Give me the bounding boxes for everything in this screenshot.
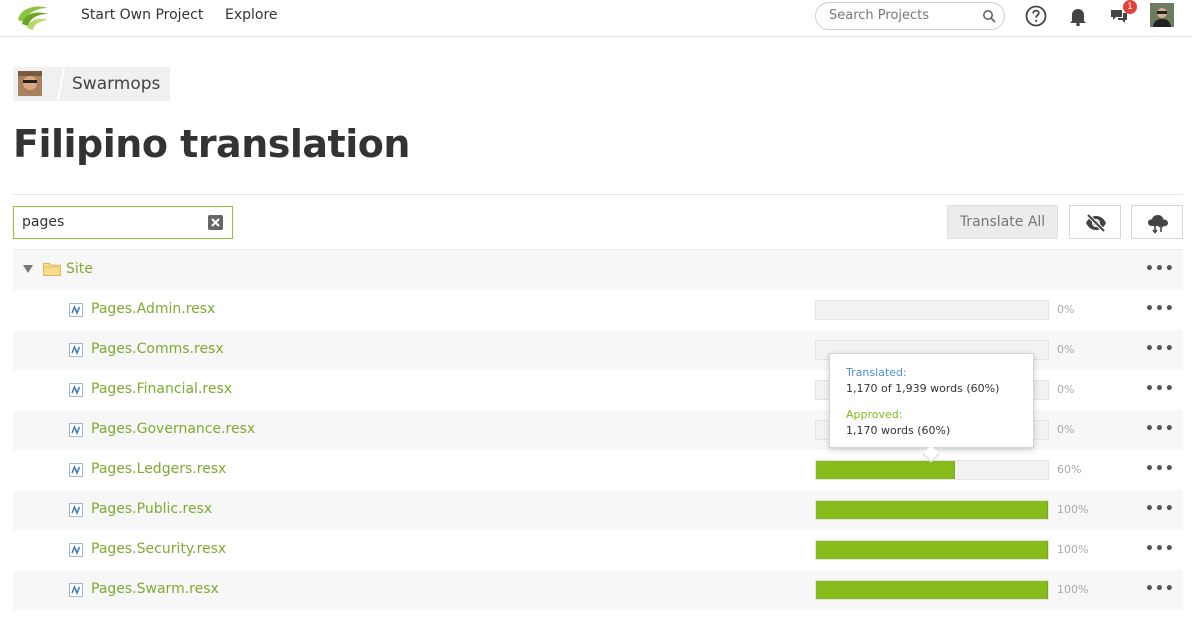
filter-box: [13, 206, 233, 239]
folder-row[interactable]: Site •••: [13, 250, 1183, 290]
approved-label: Approved:: [846, 408, 903, 421]
resx-file-icon: [69, 343, 83, 357]
progress-fill: [816, 501, 1048, 519]
file-row[interactable]: Pages.Public.resx 100% •••: [13, 490, 1183, 530]
more-icon[interactable]: •••: [1145, 461, 1175, 477]
hide-completed-button[interactable]: [1069, 205, 1121, 239]
more-icon[interactable]: •••: [1145, 381, 1175, 397]
divider: [13, 194, 1183, 195]
progress-percent: 100%: [1057, 543, 1089, 556]
cloud-sync-icon: [1148, 215, 1168, 234]
progress-bar[interactable]: [815, 300, 1049, 320]
user-avatar[interactable]: [1150, 3, 1174, 27]
resx-file-icon: [69, 423, 83, 437]
progress-percent: 0%: [1057, 303, 1075, 316]
file-name[interactable]: Pages.Swarm.resx: [91, 581, 219, 597]
more-icon[interactable]: •••: [1145, 301, 1175, 317]
filter-input[interactable]: [22, 214, 202, 230]
search-input[interactable]: [829, 8, 979, 23]
page-title: Filipino translation: [13, 122, 410, 166]
owner-avatar[interactable]: [18, 71, 42, 96]
file-name[interactable]: Pages.Governance.resx: [91, 421, 255, 437]
file-row[interactable]: Pages.Security.resx 100% •••: [13, 530, 1183, 570]
file-row[interactable]: Pages.Admin.resx 0% •••: [13, 290, 1183, 330]
more-icon[interactable]: •••: [1145, 421, 1175, 437]
progress-percent: 0%: [1057, 343, 1075, 356]
progress-percent: 100%: [1057, 503, 1089, 516]
progress-fill: [816, 581, 1048, 599]
bell-icon[interactable]: [1066, 4, 1090, 28]
sync-button[interactable]: [1131, 205, 1183, 239]
progress-bar[interactable]: [815, 460, 1049, 480]
resx-file-icon: [69, 583, 83, 597]
file-name[interactable]: Pages.Admin.resx: [91, 301, 215, 317]
file-name[interactable]: Pages.Ledgers.resx: [91, 461, 226, 477]
notification-badge: 1: [1123, 0, 1137, 14]
resx-file-icon: [69, 503, 83, 517]
resx-file-icon: [69, 383, 83, 397]
translate-all-button[interactable]: Translate All: [947, 205, 1058, 239]
progress-fill: [816, 541, 1048, 559]
folder-icon: [43, 263, 61, 276]
progress-percent: 100%: [1057, 583, 1089, 596]
breadcrumb-project-name[interactable]: Swarmops: [72, 74, 160, 94]
search-icon[interactable]: [982, 9, 996, 23]
approved-value: 1,170 words (60%): [846, 424, 951, 437]
file-row[interactable]: Pages.Ledgers.resx 60% •••: [13, 450, 1183, 490]
file-name[interactable]: Pages.Financial.resx: [91, 381, 232, 397]
more-icon[interactable]: •••: [1145, 501, 1175, 517]
progress-bar[interactable]: [815, 540, 1049, 560]
more-icon[interactable]: •••: [1145, 541, 1175, 557]
file-row[interactable]: Pages.Swarm.resx 100% •••: [13, 570, 1183, 610]
progress-bar[interactable]: [815, 580, 1049, 600]
progress-fill: [816, 461, 956, 479]
eye-slash-icon: [1086, 213, 1106, 233]
start-own-project-link[interactable]: Start Own Project: [81, 7, 203, 23]
more-icon[interactable]: •••: [1145, 581, 1175, 597]
translated-label: Translated:: [846, 366, 907, 379]
explore-link[interactable]: Explore: [225, 7, 278, 23]
progress-percent: 60%: [1057, 463, 1082, 476]
progress-bar[interactable]: [815, 500, 1049, 520]
caret-down-icon[interactable]: [23, 265, 33, 273]
more-icon[interactable]: •••: [1145, 261, 1175, 277]
resx-file-icon: [69, 463, 83, 477]
clear-icon[interactable]: [208, 215, 223, 230]
file-name[interactable]: Pages.Public.resx: [91, 501, 212, 517]
search-box: [815, 2, 1005, 30]
logo-icon[interactable]: [14, 2, 52, 32]
folder-label[interactable]: Site: [66, 261, 93, 277]
progress-percent: 0%: [1057, 383, 1075, 396]
breadcrumb: Swarmops: [13, 67, 170, 101]
file-name[interactable]: Pages.Security.resx: [91, 541, 226, 557]
resx-file-icon: [69, 303, 83, 317]
progress-percent: 0%: [1057, 423, 1075, 436]
breadcrumb-separator: [57, 67, 65, 101]
translated-value: 1,170 of 1,939 words (60%): [846, 382, 1000, 395]
top-nav: Start Own Project Explore 1: [0, 0, 1192, 37]
progress-tooltip: Translated: 1,170 of 1,939 words (60%) A…: [829, 353, 1034, 463]
file-name[interactable]: Pages.Comms.resx: [91, 341, 224, 357]
resx-file-icon: [69, 543, 83, 557]
more-icon[interactable]: •••: [1145, 341, 1175, 357]
help-icon[interactable]: [1024, 4, 1048, 28]
